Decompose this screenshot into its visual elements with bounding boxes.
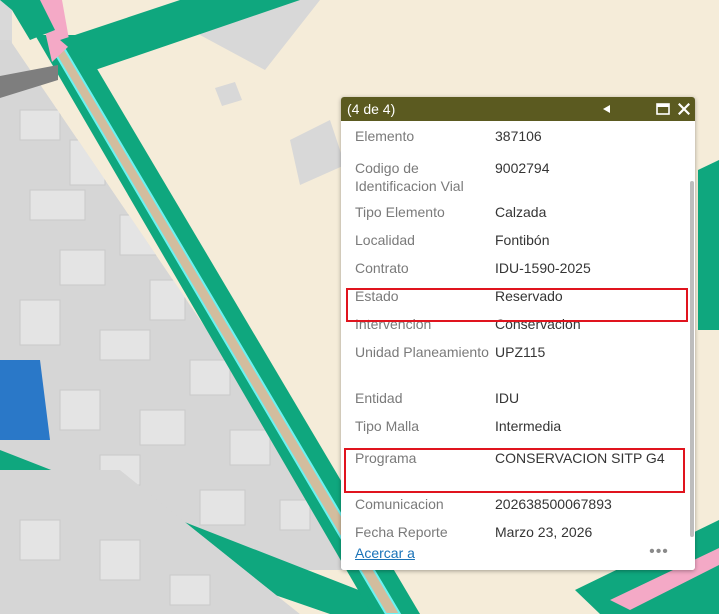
attr-value: UPZ115 <box>495 344 546 360</box>
attr-value: IDU <box>495 390 520 406</box>
attr-value: IDU-1590-2025 <box>495 260 591 276</box>
attr-key: Intervencion <box>355 316 432 332</box>
attr-value: 9002794 <box>495 160 550 176</box>
feature-popup: (4 de 4) Elemento 387106 Codigo de Ident… <box>341 97 695 570</box>
more-options-button[interactable]: ••• <box>647 543 671 561</box>
attr-value: Marzo 23, 2026 <box>495 524 593 540</box>
road-right-edge <box>698 160 719 330</box>
popup-scrollbar[interactable] <box>690 181 694 537</box>
attr-key: Elemento <box>355 128 415 144</box>
maximize-button[interactable] <box>653 97 673 121</box>
attr-key: Estado <box>355 288 399 304</box>
maximize-icon <box>656 103 670 115</box>
attr-value: CONSERVACION SITP G4 <box>495 450 665 466</box>
attr-key: Comunicacion <box>355 496 444 512</box>
zoom-to-link[interactable]: Acercar a <box>355 545 415 561</box>
attr-key: Codigo de Identificacion Vial <box>355 160 464 194</box>
attr-value: Reservado <box>495 288 563 304</box>
attr-value: Intermedia <box>495 418 562 434</box>
attr-key: Contrato <box>355 260 409 276</box>
attr-value: 387106 <box>495 128 542 144</box>
close-icon <box>678 103 690 115</box>
attr-value: Calzada <box>495 204 547 220</box>
attr-key: Tipo Malla <box>355 418 420 434</box>
attr-key: Localidad <box>355 232 415 248</box>
attr-key: Entidad <box>355 390 403 406</box>
attr-key: Programa <box>355 450 417 466</box>
close-button[interactable] <box>674 97 694 121</box>
attr-value: Fontibón <box>495 232 550 248</box>
popup-header: (4 de 4) <box>341 97 695 121</box>
attr-key: Tipo Elemento <box>355 204 445 220</box>
feature-count: (4 de 4) <box>347 101 396 117</box>
triangle-left-icon <box>603 105 610 113</box>
attr-value: Conservacion <box>495 316 581 332</box>
attr-key: Unidad Planeamiento <box>355 344 489 360</box>
attr-value: 202638500067893 <box>495 496 612 512</box>
popup-footer: Acercar a ••• <box>341 543 695 570</box>
previous-feature-button[interactable] <box>597 97 617 121</box>
attribute-table[interactable]: Elemento 387106 Codigo de Identificacion… <box>341 121 695 563</box>
attr-key: Fecha Reporte <box>355 524 448 540</box>
